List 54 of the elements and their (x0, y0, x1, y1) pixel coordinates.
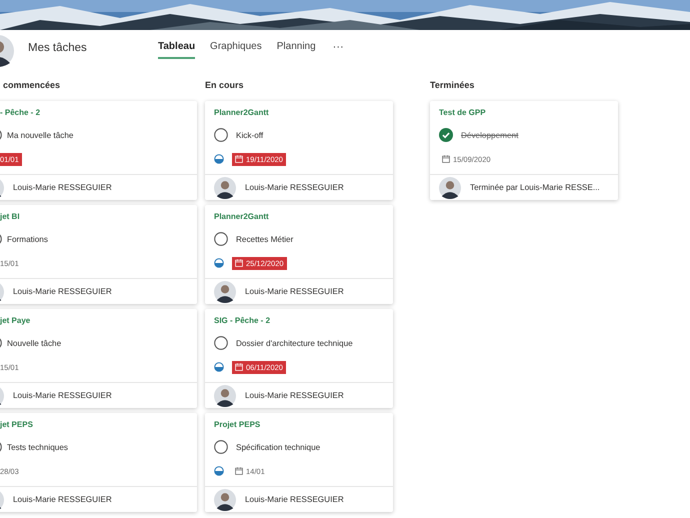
project-name: - Pêche - 2 (0, 107, 42, 119)
task-title: Tests techniques (7, 442, 68, 452)
checkbox-circle-icon[interactable] (214, 440, 228, 454)
task-title: Ma nouvelle tâche (7, 130, 74, 140)
avatar (214, 384, 236, 406)
assignee-name: Terminée par Louis-Marie RESSE... (470, 183, 600, 192)
assignee-name: Louis-Marie RESSEGUIER (245, 495, 344, 504)
checkbox-circle-icon[interactable] (214, 336, 228, 350)
avatar (214, 176, 236, 198)
project-name: jet BI (0, 211, 21, 223)
half-circle-icon (214, 258, 224, 268)
column-title: Terminées (430, 80, 476, 92)
column-title: En cours (205, 80, 245, 92)
more-button[interactable]: ··· (330, 37, 346, 59)
task-title: Recettes Métier (236, 234, 294, 244)
task-title: Nouvelle tâche (7, 338, 62, 348)
check-icon[interactable] (439, 128, 453, 142)
calendar-icon (442, 155, 450, 163)
avatar (214, 488, 236, 510)
column-title: commencées (2, 80, 62, 92)
assignee-name: Louis-Marie RESSEGUIER (13, 287, 112, 296)
avatar (214, 280, 236, 302)
calendar-icon (235, 467, 243, 475)
page-title: Mes tâches (28, 42, 88, 54)
task-title: Kick-off (236, 130, 264, 140)
project-name: Planner2Gantt (213, 107, 270, 119)
checkbox-circle-icon[interactable] (214, 128, 228, 142)
assignee-name: Louis-Marie RESSEGUIER (245, 391, 344, 400)
project-name: Projet PEPS (213, 419, 262, 431)
task-title: Formations (7, 234, 48, 244)
project-name: jet PEPS (0, 419, 34, 431)
half-circle-icon (214, 154, 224, 164)
assignee-name: Louis-Marie RESSEGUIER (13, 391, 112, 400)
avatar (439, 176, 461, 198)
assignee-name: Louis-Marie RESSEGUIER (245, 287, 344, 296)
project-name: jet Paye (0, 315, 32, 327)
tab[interactable]: Tableau (158, 37, 196, 59)
calendar-icon (235, 259, 243, 267)
half-circle-icon (214, 466, 224, 476)
project-name: SIG - Pêche - 2 (213, 315, 272, 327)
calendar-icon (235, 155, 243, 163)
project-name: Test de GPP (438, 107, 487, 119)
assignee-name: Louis-Marie RESSEGUIER (13, 183, 112, 192)
half-circle-icon (214, 362, 224, 372)
checkbox-circle-icon[interactable] (214, 232, 228, 246)
project-name: Planner2Gantt (213, 211, 270, 223)
task-title: Spécification technique (236, 442, 320, 452)
calendar-icon (235, 363, 243, 371)
tab[interactable]: Planning (276, 37, 316, 59)
assignee-name: Louis-Marie RESSEGUIER (13, 495, 112, 504)
assignee-name: Louis-Marie RESSEGUIER (245, 183, 344, 192)
task-title: Développement (461, 130, 518, 140)
tab[interactable]: Graphiques (210, 37, 262, 59)
task-title: Dossier d'architecture technique (236, 338, 353, 348)
